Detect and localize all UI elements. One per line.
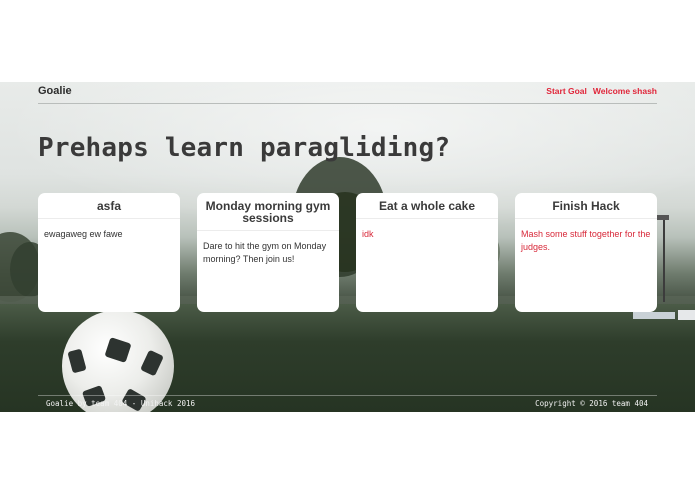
start-goal-link[interactable]: Start Goal	[546, 86, 587, 96]
brand-logo-link[interactable]: Goalie	[38, 85, 72, 97]
goal-card[interactable]: Finish Hack Mash some stuff together for…	[515, 193, 657, 312]
soccer-ball-image	[62, 310, 174, 412]
nav-divider	[38, 103, 657, 104]
goal-card[interactable]: asfa ewagaweg ew fawe	[38, 193, 180, 312]
footer-divider	[38, 395, 657, 396]
goal-card-title: Eat a whole cake	[356, 193, 498, 219]
goal-card-description: Mash some stuff together for the judges.	[521, 229, 651, 252]
goal-card-title: Monday morning gym sessions	[197, 193, 339, 231]
welcome-user-link[interactable]: Welcome shash	[593, 86, 657, 96]
goal-card-description: idk	[362, 229, 374, 239]
floodlight-pole	[663, 217, 665, 302]
footer-credits: Goalie by team 404 - Unihack 2016	[46, 399, 196, 408]
ball-patch	[67, 348, 87, 374]
ball-patch	[104, 337, 132, 363]
page-headline: Prehaps learn paragliding?	[38, 133, 451, 163]
goal-card-title: asfa	[38, 193, 180, 219]
goal-card-description: ewagaweg ew fawe	[44, 229, 123, 239]
ball-patch	[140, 349, 164, 377]
advertising-board	[633, 312, 675, 319]
footer-copyright: Copyright © 2016 team 404	[535, 399, 648, 408]
goal-card[interactable]: Eat a whole cake idk	[356, 193, 498, 312]
goal-card-description: Dare to hit the gym on Monday morning? T…	[203, 241, 327, 264]
advertising-board	[678, 310, 695, 320]
goal-card[interactable]: Monday morning gym sessions Dare to hit …	[197, 193, 339, 312]
goal-card-title: Finish Hack	[515, 193, 657, 219]
nav-links: Start Goal Welcome shash	[546, 86, 657, 96]
floodlight	[657, 215, 669, 220]
